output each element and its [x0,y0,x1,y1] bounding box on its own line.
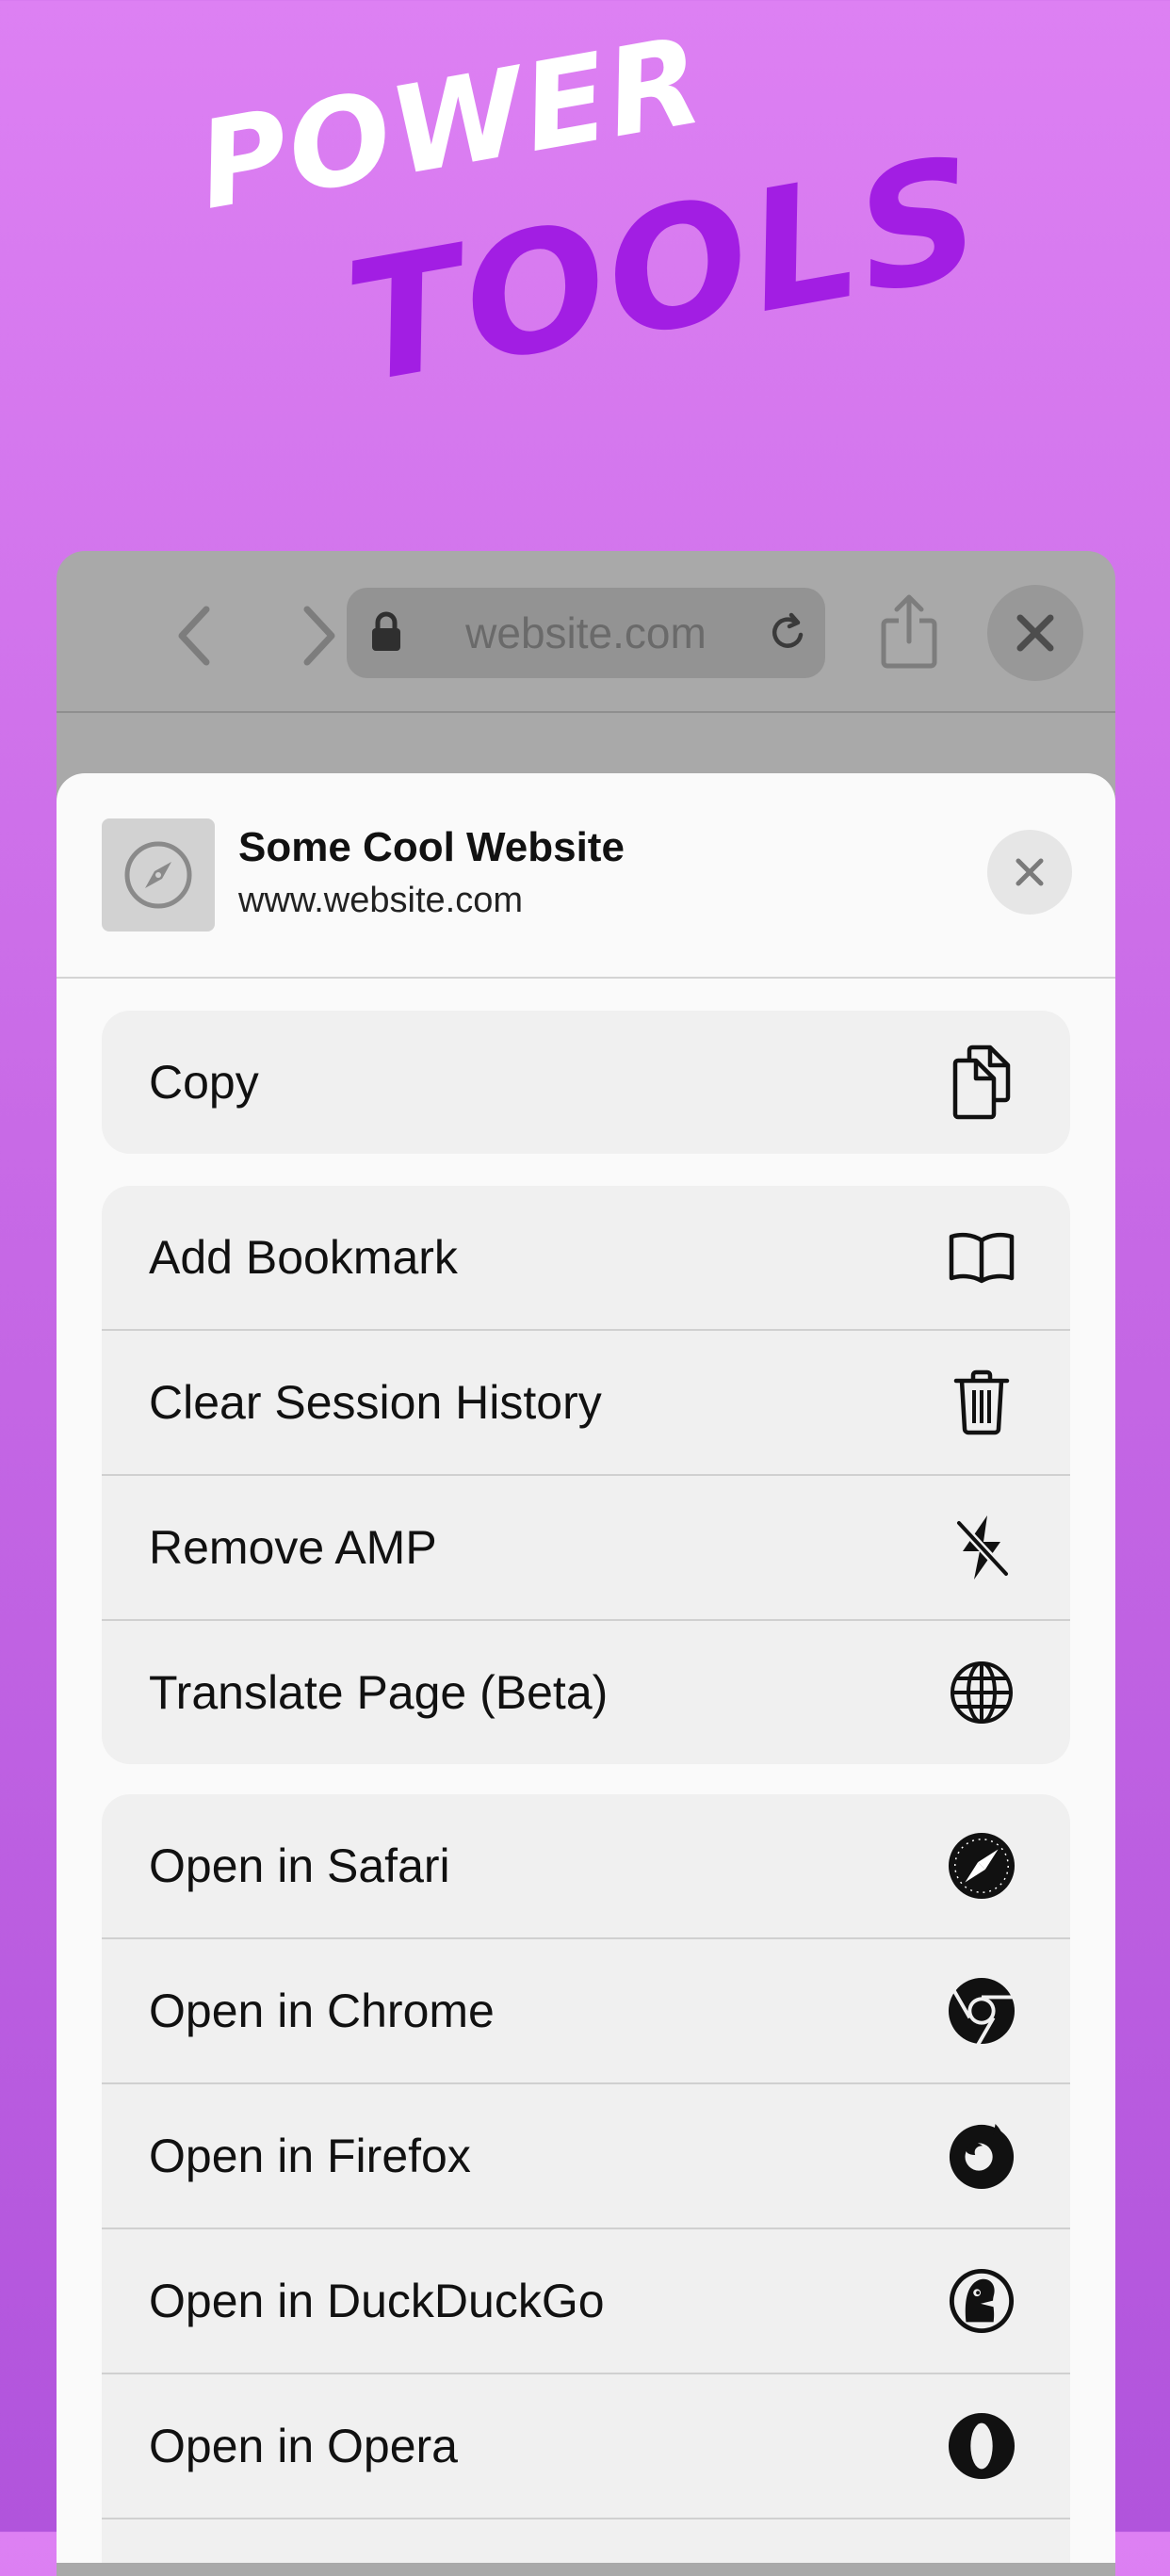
action-sheet: Some Cool Website www.website.com Copy A… [57,773,1115,2563]
row-label: Clear Session History [149,1376,602,1429]
action-group-open-in: Open in Safari Open in Chrome Open in Fi… [102,1794,1070,2563]
site-url: www.website.com [238,881,523,920]
open-safari-row[interactable]: Open in Safari [102,1794,1070,1939]
opera-icon [948,2412,1016,2480]
chrome-icon [948,1977,1016,2046]
row-label: Open in Chrome [149,1985,495,2037]
globe-icon [948,1659,1016,1726]
row-label: Open in DuckDuckGo [149,2275,605,2327]
row-label: Translate Page (Beta) [149,1666,609,1719]
copy-icon [948,1045,1016,1120]
address-bar[interactable]: website.com [347,588,825,678]
row-label: Open in Opera [149,2420,458,2472]
site-title: Some Cool Website [238,824,625,870]
safari-icon [948,1832,1016,1900]
share-icon [878,592,940,670]
close-icon [1014,856,1046,888]
row-label: Copy [149,1056,259,1109]
action-group-copy: Copy [102,1011,1070,1154]
compass-icon [122,839,194,911]
browser-toolbar: website.com [57,551,1115,713]
copy-row[interactable]: Copy [102,1011,1070,1154]
list-item-partial [102,2519,1070,2563]
row-label: Open in Safari [149,1839,450,1892]
browser-close-button[interactable] [987,585,1083,681]
hero-banner: POWER TOOLS [0,0,1170,527]
forward-icon [301,606,339,666]
open-duckduckgo-row[interactable]: Open in DuckDuckGo [102,2229,1070,2374]
reload-icon[interactable] [767,612,808,654]
book-icon [948,1223,1016,1291]
trash-icon [948,1369,1016,1436]
row-label: Remove AMP [149,1521,437,1574]
open-opera-row[interactable]: Open in Opera [102,2374,1070,2519]
action-group-tools: Add Bookmark Clear Session History Remov… [102,1186,1070,1764]
site-favicon [102,818,215,932]
duckduckgo-icon [948,2267,1016,2335]
row-label: Add Bookmark [149,1231,458,1284]
translate-page-row[interactable]: Translate Page (Beta) [102,1621,1070,1764]
address-text: website.com [465,608,707,657]
remove-amp-row[interactable]: Remove AMP [102,1476,1070,1621]
open-firefox-row[interactable]: Open in Firefox [102,2084,1070,2229]
back-button[interactable] [160,603,226,669]
close-icon [1015,612,1056,654]
row-label: Open in Firefox [149,2130,471,2182]
share-button[interactable] [871,589,947,673]
back-icon [174,606,212,666]
open-chrome-row[interactable]: Open in Chrome [102,1939,1070,2084]
sheet-close-button[interactable] [987,830,1072,915]
sheet-header: Some Cool Website www.website.com [57,773,1115,979]
clear-history-row[interactable]: Clear Session History [102,1331,1070,1476]
forward-button[interactable] [287,603,353,669]
add-bookmark-row[interactable]: Add Bookmark [102,1186,1070,1331]
bolt-slash-icon [948,1514,1016,1581]
firefox-icon [948,2122,1016,2190]
